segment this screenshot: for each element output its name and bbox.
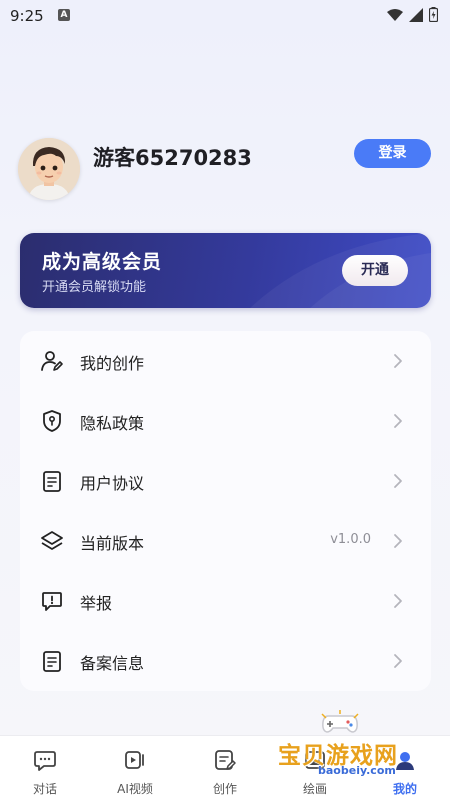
- menu-label: 我的创作: [80, 354, 145, 373]
- status-time: 9:25: [10, 7, 44, 25]
- report-icon: [42, 592, 62, 611]
- tab-label: 绘画: [302, 782, 327, 796]
- menu-item-my-creations[interactable]: 我的创作: [20, 331, 431, 391]
- menu-item-current-version[interactable]: 当前版本 v1.0.0: [20, 511, 431, 571]
- tab-label: 我的: [392, 782, 417, 796]
- bottom-tab-bar: 对话 AI视频 创作 绘画 我的: [0, 735, 450, 801]
- chat-icon: [34, 751, 56, 771]
- menu-item-report[interactable]: 举报: [20, 571, 431, 631]
- login-button[interactable]: 登录: [354, 139, 431, 168]
- menu-label: 用户协议: [80, 474, 145, 493]
- menu-item-user-agreement[interactable]: 用户协议: [20, 451, 431, 511]
- version-value: v1.0.0: [330, 532, 371, 547]
- tab-profile[interactable]: 我的: [360, 736, 450, 801]
- avatar-icon: [18, 138, 80, 200]
- settings-menu: 我的创作 隐私政策 用户协议 当前版本 v1.0.0 举报 备案信息: [20, 331, 431, 691]
- chevron-right-icon: [394, 654, 402, 668]
- menu-item-privacy-policy[interactable]: 隐私政策: [20, 391, 431, 451]
- vip-title: 成为高级会员: [42, 251, 163, 273]
- tab-label: 创作: [212, 782, 237, 796]
- tab-create[interactable]: 创作: [180, 736, 270, 801]
- tab-label: 对话: [32, 782, 57, 796]
- profile-header: 游客65270283 登录: [0, 130, 450, 210]
- tab-label: AI视频: [117, 782, 153, 796]
- chevron-right-icon: [394, 534, 402, 548]
- status-indicators: [387, 7, 438, 22]
- menu-item-record-info[interactable]: 备案信息: [20, 631, 431, 691]
- create-icon: [215, 750, 236, 770]
- tab-chat[interactable]: 对话: [0, 736, 90, 801]
- video-icon: [125, 751, 144, 769]
- signal-icon: [409, 7, 423, 22]
- chevron-right-icon: [394, 594, 402, 608]
- open-vip-button[interactable]: 开通: [342, 255, 408, 286]
- menu-label: 隐私政策: [80, 414, 145, 433]
- username: 游客65270283: [93, 146, 252, 170]
- user-edit-icon: [41, 351, 63, 371]
- avatar[interactable]: [18, 138, 80, 200]
- document-icon: [43, 471, 61, 492]
- battery-icon: [429, 7, 438, 22]
- vip-subtitle: 开通会员解锁功能: [42, 280, 147, 295]
- chevron-right-icon: [394, 414, 402, 428]
- gamepad-icon: [321, 710, 359, 733]
- menu-label: 备案信息: [80, 654, 145, 673]
- menu-label: 当前版本: [80, 534, 145, 553]
- wifi-icon: [387, 8, 403, 21]
- menu-label: 举报: [80, 594, 113, 613]
- record-icon: [43, 651, 61, 672]
- layers-icon: [41, 531, 63, 550]
- paint-icon: [305, 751, 325, 769]
- vip-banner[interactable]: 成为高级会员 开通会员解锁功能 开通: [20, 233, 431, 308]
- shield-icon: [43, 410, 61, 432]
- status-bar: 9:25 A: [0, 0, 450, 32]
- profile-icon: [396, 752, 414, 770]
- chevron-right-icon: [394, 354, 402, 368]
- notification-a-icon: A: [58, 9, 70, 21]
- tab-ai-video[interactable]: AI视频: [90, 736, 180, 801]
- tab-paint[interactable]: 绘画: [270, 736, 360, 801]
- chevron-right-icon: [394, 474, 402, 488]
